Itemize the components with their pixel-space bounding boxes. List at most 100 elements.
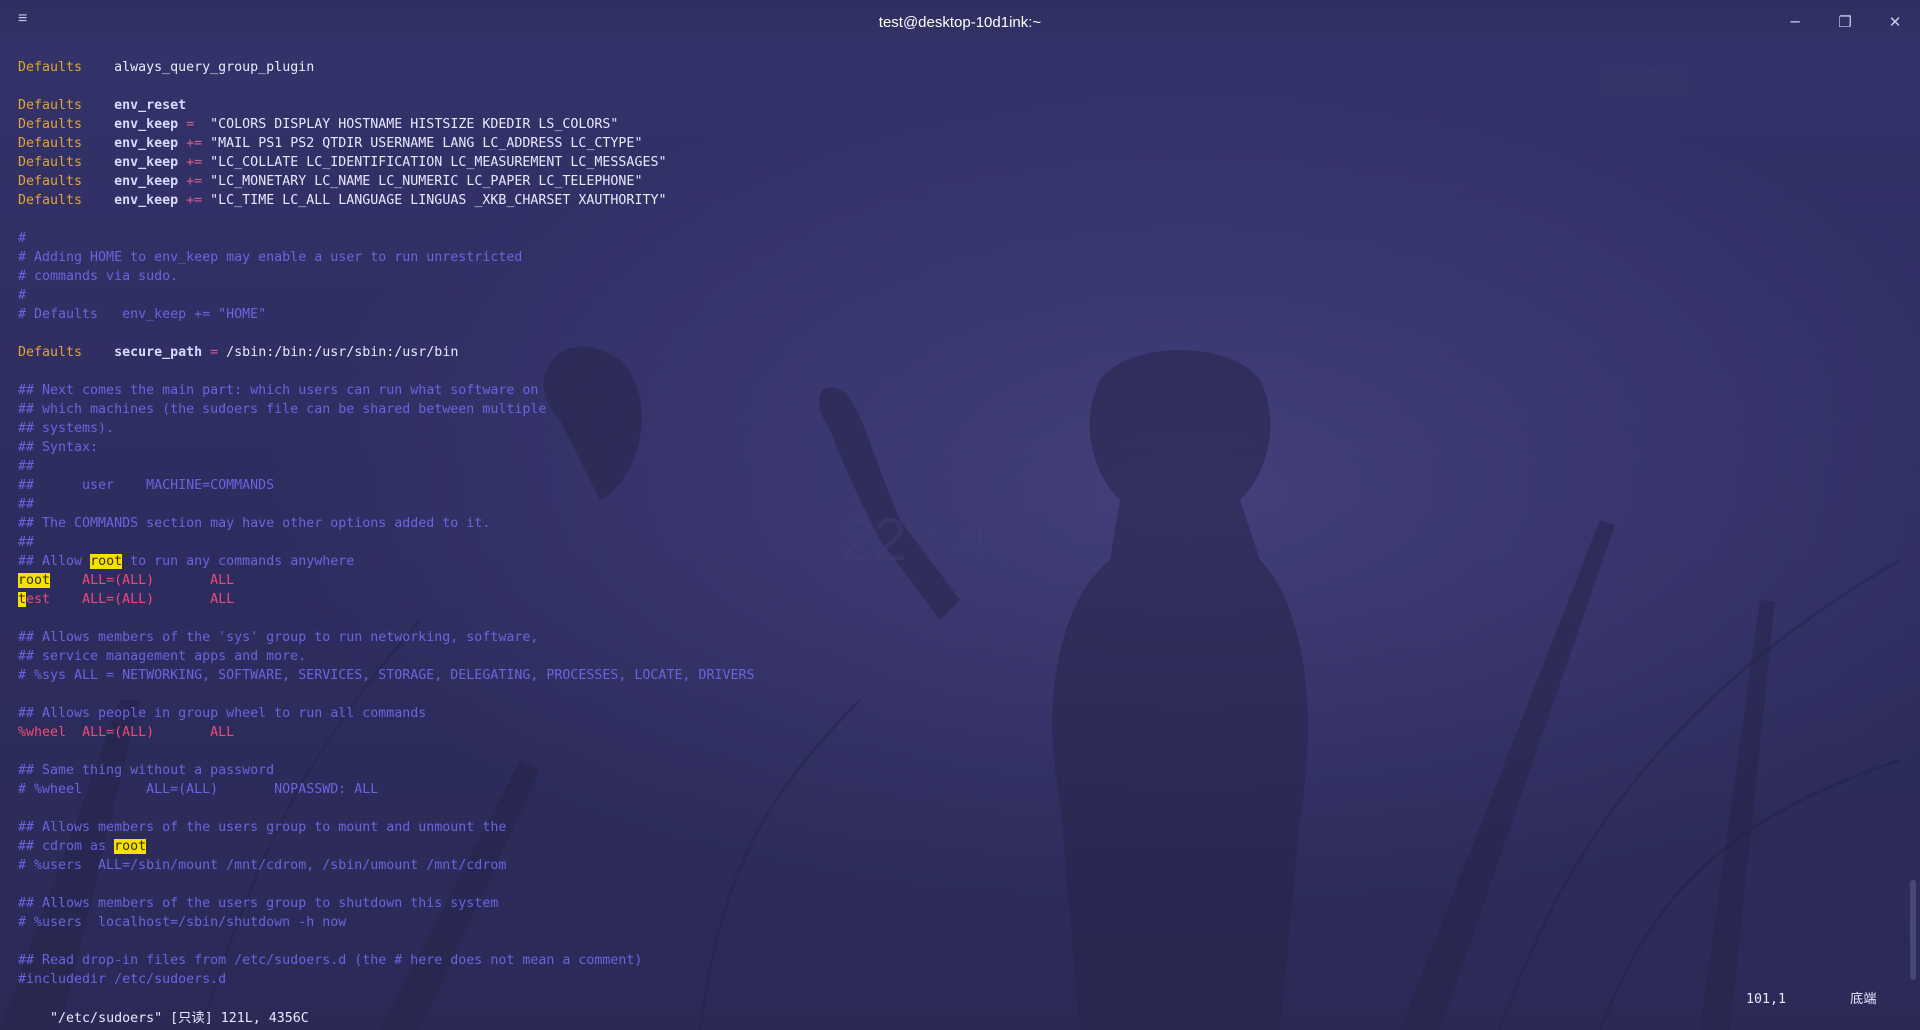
editor-line: # [18, 229, 1878, 248]
editor-line: Defaults env_reset [18, 96, 1878, 115]
comment: # %users ALL=/sbin/mount /mnt/cdrom, /sb… [18, 858, 507, 873]
operator: = [202, 345, 227, 360]
editor-line: Defaults env_keep += "LC_TIME LC_ALL LAN… [18, 191, 1878, 210]
comment: # commands via sudo. [18, 269, 179, 284]
editor-line: # Defaults env_keep += "HOME" [18, 305, 1878, 324]
editor-line: ## cdrom as root [18, 837, 1878, 856]
editor-line: Defaults env_keep += "MAIL PS1 PS2 QTDIR… [18, 134, 1878, 153]
window-controls: ─ ❐ ✕ [1770, 0, 1920, 44]
rule-text: ALL [210, 725, 235, 740]
editor-line: # [18, 286, 1878, 305]
option-name: secure_path [114, 345, 203, 360]
operator: += [178, 136, 211, 151]
close-icon[interactable]: ✕ [1870, 0, 1920, 44]
editor-line: ## service management apps and more. [18, 647, 1878, 666]
hamburger-icon[interactable]: ≡ [18, 11, 32, 27]
editor-line: ## [18, 495, 1878, 514]
title-bar: ≡ test@desktop-10d1ink:~ ─ ❐ ✕ [0, 0, 1920, 44]
comment: ## [18, 535, 35, 550]
editor-line: ## Allow root to run any commands anywhe… [18, 552, 1878, 571]
string-value: "MAIL PS1 PS2 QTDIR USERNAME LANG LC_ADD… [210, 136, 643, 151]
operator: += [178, 174, 211, 189]
editor-line: ## Read drop-in files from /etc/sudoers.… [18, 951, 1878, 970]
comment: #includedir /etc/sudoers.d [18, 972, 227, 987]
text-cursor: t [18, 592, 27, 607]
editor-line: Defaults secure_path = /sbin:/bin:/usr/s… [18, 343, 1878, 362]
comment: # %wheel ALL=(ALL) NOPASSWD: ALL [18, 782, 379, 797]
keyword-defaults: Defaults [18, 136, 83, 151]
scroll-position: 底端 [1850, 992, 1877, 1007]
option-name: env_keep [114, 117, 179, 132]
comment: ## user MACHINE=COMMANDS [18, 478, 275, 493]
comment: ## Allows members of the users group to … [18, 896, 499, 911]
string-value: "LC_MONETARY LC_NAME LC_NUMERIC LC_PAPER… [210, 174, 643, 189]
comment: ## Allows members of the 'sys' group to … [18, 630, 539, 645]
search-highlight: root [90, 554, 123, 569]
option-name: env_keep [114, 193, 179, 208]
editor-line: ## Same thing without a password [18, 761, 1878, 780]
search-highlight: root [18, 573, 51, 588]
rule-text: ALL [210, 573, 235, 588]
restore-icon[interactable]: ❐ [1820, 0, 1870, 44]
editor-line: ## The COMMANDS section may have other o… [18, 514, 1878, 533]
option-name: env_reset [114, 98, 187, 113]
search-highlight: root [114, 839, 147, 854]
string-value: "LC_TIME LC_ALL LANGUAGE LINGUAS _XKB_CH… [210, 193, 667, 208]
editor-line: ## Syntax: [18, 438, 1878, 457]
path-value: /sbin:/bin:/usr/sbin:/usr/bin [226, 345, 459, 360]
keyword-defaults: Defaults [18, 193, 83, 208]
option-name: env_keep [114, 174, 179, 189]
editor-line: root ALL=(ALL) ALL [18, 571, 1878, 590]
vim-editor-buffer[interactable]: Defaults always_query_group_plugin Defaul… [18, 58, 1878, 989]
comment: ## Allows people in group wheel to run a… [18, 706, 427, 721]
rule-text: ALL=(ALL) [82, 573, 155, 588]
comment: ## which machines (the sudoers file can … [18, 402, 547, 417]
comment: ## [18, 497, 35, 512]
editor-line: ## user MACHINE=COMMANDS [18, 476, 1878, 495]
editor-line: ## which machines (the sudoers file can … [18, 400, 1878, 419]
minimize-icon[interactable]: ─ [1770, 0, 1820, 44]
string-value: "COLORS DISPLAY HOSTNAME HISTSIZE KDEDIR… [202, 117, 619, 132]
plain-text: always_query_group_plugin [114, 60, 315, 75]
comment: to run any commands anywhere [122, 554, 355, 569]
editor-line: ## Allows members of the 'sys' group to … [18, 628, 1878, 647]
editor-line: ## [18, 533, 1878, 552]
comment: ## Next comes the main part: which users… [18, 383, 539, 398]
editor-line: # commands via sudo. [18, 267, 1878, 286]
editor-line: test ALL=(ALL) ALL [18, 590, 1878, 609]
rule-text: est [26, 592, 51, 607]
editor-line: ## Allows people in group wheel to run a… [18, 704, 1878, 723]
vim-status-line: "/etc/sudoers" [只读] 121L, 4356C 101,1 底端 [18, 990, 1898, 1026]
cursor-position: 101,1 [1746, 992, 1787, 1007]
operator: = [178, 117, 203, 132]
keyword-defaults: Defaults [18, 174, 83, 189]
window-title: test@desktop-10d1ink:~ [878, 13, 1042, 31]
editor-line: Defaults env_keep = "COLORS DISPLAY HOST… [18, 115, 1878, 134]
comment: # Adding HOME to env_keep may enable a u… [18, 250, 523, 265]
comment: # [18, 231, 27, 246]
comment: ## Allow [18, 554, 91, 569]
keyword-defaults: Defaults [18, 155, 83, 170]
comment: ## systems). [18, 421, 115, 436]
editor-line: ## systems). [18, 419, 1878, 438]
rule-text: ALL=(ALL) [82, 725, 155, 740]
scrollbar[interactable] [1910, 880, 1916, 980]
keyword-defaults: Defaults [18, 345, 83, 360]
